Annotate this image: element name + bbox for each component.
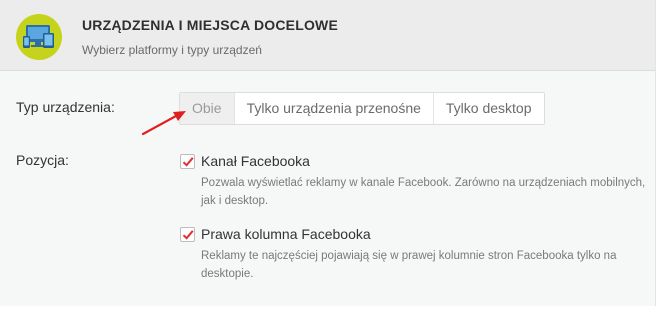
placement-label: Pozycja:	[16, 152, 69, 168]
section-header: URZĄDZENIA I MIEJSCA DOCELOWE Wybierz pl…	[0, 0, 655, 71]
right-column-checkbox[interactable]	[180, 227, 195, 242]
feed-option-description: Pozwala wyświetlać reklamy w kanale Face…	[201, 177, 646, 207]
section-title: URZĄDZENIA I MIEJSCA DOCELOWE	[82, 17, 338, 33]
device-type-selector: Obie Tylko urządzenia przenośne Tylko de…	[179, 92, 545, 125]
right-column-option-description: Reklamy te najczęściej pojawiają się w p…	[201, 250, 617, 280]
annotation-arrow-icon	[141, 111, 186, 136]
feed-option-title: Kanał Facebooka	[201, 153, 310, 169]
checkmark-icon	[182, 230, 194, 240]
settings-panel: URZĄDZENIA I MIEJSCA DOCELOWE Wybierz pl…	[0, 0, 656, 306]
section-subtitle: Wybierz platformy i typy urządzeń	[82, 43, 262, 57]
device-type-label: Typ urządzenia:	[16, 99, 115, 115]
devices-icon	[16, 14, 62, 60]
checkmark-icon	[182, 157, 194, 167]
feed-checkbox[interactable]	[180, 154, 195, 169]
device-option-desktop[interactable]: Tylko desktop	[432, 93, 544, 124]
right-column-option-title: Prawa kolumna Facebooka	[201, 226, 371, 242]
device-option-mobile[interactable]: Tylko urządzenia przenośne	[233, 93, 433, 124]
